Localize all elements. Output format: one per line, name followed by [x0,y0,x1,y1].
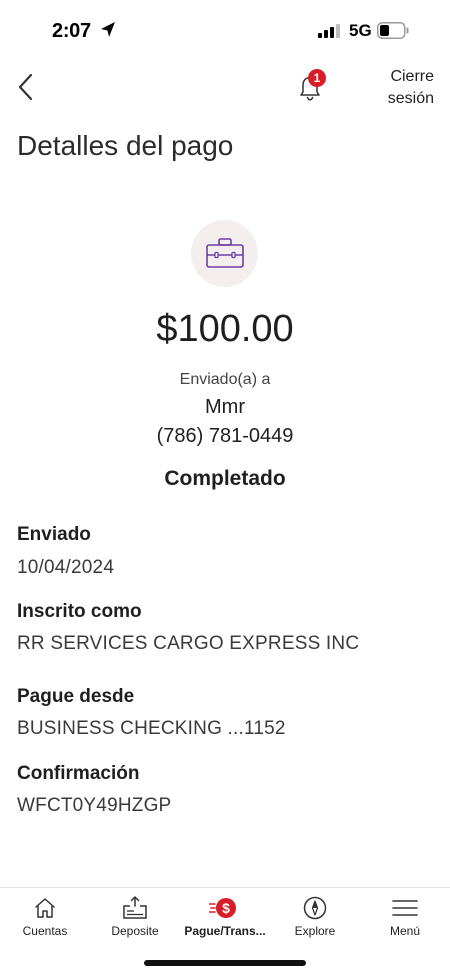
location-arrow-icon [101,22,115,37]
detail-label-enrolled-as: Inscrito como [17,601,142,622]
back-chevron-icon[interactable] [16,70,38,104]
status-bar: 2:07 5G [0,0,450,62]
tab-label: Explore [294,924,336,938]
tab-explore[interactable]: Explore [270,888,360,948]
tab-cuentas[interactable]: Cuentas [0,888,90,948]
tab-menu[interactable]: Menú [360,888,450,948]
status-time: 2:07 [52,20,91,42]
detail-label-pay-from: Pague desde [17,686,135,707]
detail-value-pay-from: BUSINESS CHECKING ...1152 [17,718,286,739]
logout-label-line2: sesión [387,90,434,107]
page-title: Detalles del pago [17,130,234,161]
home-icon [35,898,55,918]
tab-label: Deposite [111,924,159,938]
detail-label-sent: Enviado [17,524,91,545]
network-label: 5G [349,21,372,40]
notification-badge: 1 [308,69,326,87]
recipient-name: Mmr [205,396,245,418]
detail-value-sent: 10/04/2024 [17,557,115,578]
svg-text:$: $ [222,900,230,916]
compass-icon [303,896,327,920]
sent-to-label: Enviado(a) a [179,371,271,388]
recipient-phone: (786) 781-0449 [156,425,294,447]
briefcase-icon-container [191,220,258,287]
logout-label-line1: Cierre [390,68,434,85]
detail-value-enrolled-as: RR SERVICES CARGO EXPRESS INC [17,633,360,654]
deposit-check-icon [123,896,147,919]
tab-label: Pague/Trans... [184,924,266,938]
battery-icon [377,22,409,39]
payment-amount: $100.00 [156,308,294,350]
home-indicator[interactable] [144,960,306,966]
detail-value-confirmation: WFCT0Y49HZGP [17,795,172,816]
tab-label: Cuentas [22,924,68,938]
tab-pague-transfiera[interactable]: $ Pague/Trans... [180,888,270,948]
logout-button[interactable]: Cierre sesión [364,66,434,110]
pay-transfer-icon: $ [209,898,236,918]
menu-icon [392,900,418,916]
detail-label-confirmation: Confirmación [17,763,140,784]
signal-icon [318,24,340,38]
payment-status: Completado [164,467,286,490]
briefcase-icon [206,238,244,268]
tab-deposite[interactable]: Deposite [90,888,180,948]
tab-label: Menú [389,924,421,938]
